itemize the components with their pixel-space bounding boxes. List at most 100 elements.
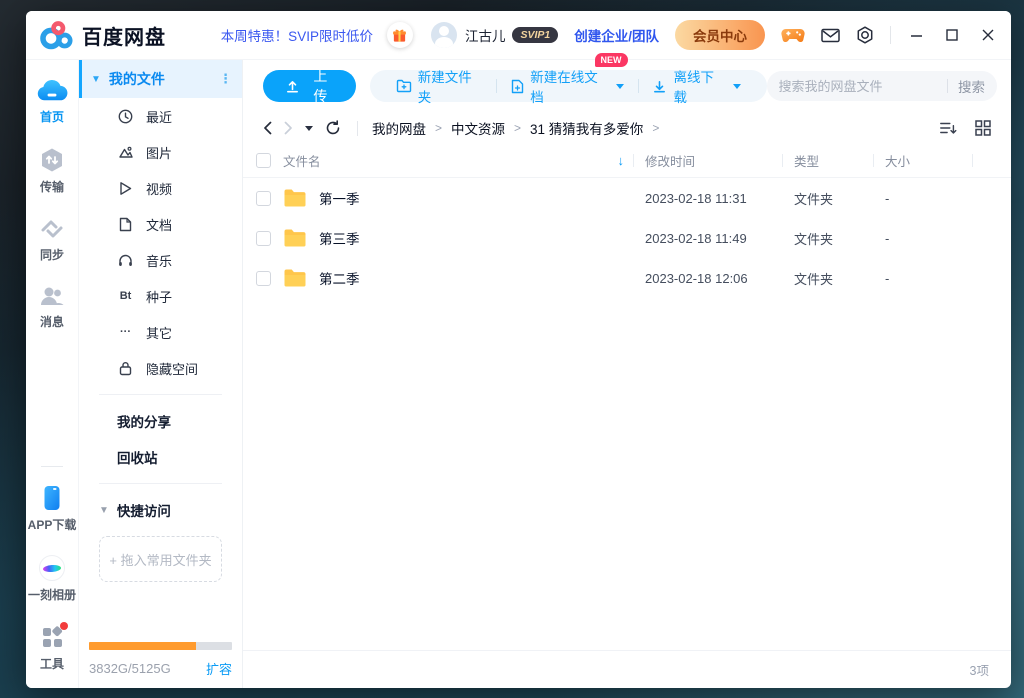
rail-item-sync[interactable]: 同步 xyxy=(39,217,65,263)
file-row[interactable]: 第二季 2023-02-18 12:06 文件夹 - xyxy=(243,258,1011,298)
sidebar-item-music[interactable]: 音乐 xyxy=(79,242,242,278)
sidebar-item-recent[interactable]: 最近 xyxy=(79,98,242,134)
more-options-icon[interactable]: ⋮ xyxy=(219,71,232,87)
file-size: - xyxy=(873,231,972,246)
user-avatar[interactable] xyxy=(431,22,457,48)
sidebar-item-others[interactable]: ··· 其它 xyxy=(79,314,242,350)
sidebar-item-recycle-bin[interactable]: 回收站 xyxy=(79,439,242,475)
new-doc-icon xyxy=(511,79,524,94)
storage-usage-text: 3832G/5125G xyxy=(89,661,171,676)
member-center-button[interactable]: 会员中心 xyxy=(675,20,765,50)
create-team-link[interactable]: 创建企业/团队 xyxy=(574,25,659,45)
rail-label-home: 首页 xyxy=(40,108,64,125)
sidebar-item-quick-access[interactable]: ▼ 快捷访问 xyxy=(79,492,242,528)
breadcrumb-item-1[interactable]: 中文资源 xyxy=(451,118,505,138)
svip-badge: SVIP1 xyxy=(512,27,558,43)
ellipsis-icon: ··· xyxy=(117,326,134,338)
row-checkbox[interactable] xyxy=(256,191,271,206)
toolbar: 上传 新建文件夹 NEW 新建在线 xyxy=(243,60,1011,112)
view-controls xyxy=(939,120,991,136)
search-input[interactable] xyxy=(779,79,942,94)
file-row[interactable]: 第一季 2023-02-18 11:31 文件夹 - xyxy=(243,178,1011,218)
close-button[interactable] xyxy=(977,24,999,46)
row-checkbox[interactable] xyxy=(256,231,271,246)
images-label: 图片 xyxy=(146,143,172,162)
sidebar-item-images[interactable]: 图片 xyxy=(79,134,242,170)
settings-gear-icon[interactable] xyxy=(856,26,874,45)
search-box: 搜索 xyxy=(767,71,998,101)
forward-icon[interactable] xyxy=(284,121,293,135)
column-header-name[interactable]: 文件名 ↓ xyxy=(243,144,633,177)
baidu-cloud-logo-icon xyxy=(40,20,74,50)
game-icon[interactable] xyxy=(781,27,805,44)
sidebar-item-my-shares[interactable]: 我的分享 xyxy=(79,403,242,439)
file-modified: 2023-02-18 11:31 xyxy=(633,191,782,206)
refresh-icon[interactable] xyxy=(325,120,341,136)
offline-download-button[interactable]: 离线下载 xyxy=(642,66,750,106)
new-online-doc-button[interactable]: NEW 新建在线文档 xyxy=(501,66,633,106)
rail-item-app-download[interactable]: APP下载 xyxy=(28,485,77,533)
column-header-type[interactable]: 类型 xyxy=(782,144,873,177)
grid-view-icon[interactable] xyxy=(975,120,991,136)
quick-access-label: 快捷访问 xyxy=(117,500,171,520)
select-all-checkbox[interactable] xyxy=(256,153,271,168)
chevron-down-icon[interactable]: ▼ xyxy=(99,505,109,516)
app-window: 百度网盘 本周特惠！SVIP限时低价 江古儿 SVIP1 创建企业/团队 会员中… xyxy=(26,11,1011,688)
drop-folder-zone[interactable]: + 拖入常用文件夹 xyxy=(99,536,222,582)
username[interactable]: 江古儿 xyxy=(465,25,506,45)
rail-item-transfer[interactable]: 传输 xyxy=(39,147,65,195)
mail-icon[interactable] xyxy=(821,28,840,43)
rail-item-messages[interactable]: 消息 xyxy=(39,285,65,330)
gift-icon[interactable] xyxy=(387,22,413,48)
minimize-button[interactable] xyxy=(905,24,927,46)
sort-descending-icon[interactable]: ↓ xyxy=(618,153,625,168)
new-folder-button[interactable]: 新建文件夹 xyxy=(386,66,493,106)
file-name[interactable]: 第一季 xyxy=(319,188,360,208)
torrents-label: 种子 xyxy=(146,287,172,306)
rail-label-sync: 同步 xyxy=(40,246,64,263)
file-list: 第一季 2023-02-18 11:31 文件夹 - 第三季 xyxy=(243,178,1011,650)
breadcrumb-item-current[interactable]: 31 猜猜我有多爱你 xyxy=(530,118,643,138)
breadcrumb-item-root[interactable]: 我的网盘 xyxy=(372,118,426,138)
sidebar-item-torrents[interactable]: Bt 种子 xyxy=(79,278,242,314)
sidebar-item-hidden-space[interactable]: 隐藏空间 xyxy=(79,350,242,386)
column-header-size[interactable]: 大小 xyxy=(873,144,972,177)
rail-item-home[interactable]: 首页 xyxy=(36,78,68,125)
tools-grid-icon xyxy=(40,625,65,650)
modified-column-label: 修改时间 xyxy=(645,151,695,170)
nav-rail: 首页 传输 同步 xyxy=(26,60,78,688)
promo-link[interactable]: 本周特惠！SVIP限时低价 xyxy=(221,25,373,45)
upload-icon xyxy=(285,79,300,94)
rail-item-photo-album[interactable]: 一刻相册 xyxy=(28,555,76,603)
history-caret-icon[interactable] xyxy=(305,126,313,131)
recent-label: 最近 xyxy=(146,107,172,126)
sidebar-divider xyxy=(99,394,222,395)
download-icon xyxy=(652,79,667,94)
music-label: 音乐 xyxy=(146,251,172,270)
file-name[interactable]: 第三季 xyxy=(319,228,360,248)
size-column-label: 大小 xyxy=(885,151,910,170)
storage-section: 3832G/5125G 扩容 xyxy=(89,642,232,678)
column-header-modified[interactable]: 修改时间 xyxy=(633,144,782,177)
row-checkbox[interactable] xyxy=(256,271,271,286)
maximize-button[interactable] xyxy=(941,24,963,46)
sidebar-item-my-files[interactable]: ▼ 我的文件 ⋮ xyxy=(79,60,242,98)
rail-item-tools[interactable]: 工具 xyxy=(40,625,65,672)
upload-button[interactable]: 上传 xyxy=(263,70,356,102)
file-type: 文件夹 xyxy=(782,229,873,248)
sidebar-item-videos[interactable]: 视频 xyxy=(79,170,242,206)
sync-icon xyxy=(39,217,65,241)
breadcrumb-bar: 我的网盘 > 中文资源 > 31 猜猜我有多爱你 > xyxy=(243,112,1011,144)
back-icon[interactable] xyxy=(263,121,272,135)
video-play-icon xyxy=(117,181,134,196)
file-row[interactable]: 第三季 2023-02-18 11:49 文件夹 - xyxy=(243,218,1011,258)
chevron-down-icon[interactable]: ▼ xyxy=(91,74,101,85)
sort-icon[interactable] xyxy=(939,120,957,136)
file-name[interactable]: 第二季 xyxy=(319,268,360,288)
header-divider xyxy=(890,26,891,44)
expand-storage-link[interactable]: 扩容 xyxy=(206,659,232,678)
new-folder-icon xyxy=(396,79,412,93)
chevron-down-icon xyxy=(616,84,624,89)
sidebar-item-documents[interactable]: 文档 xyxy=(79,206,242,242)
search-button[interactable]: 搜索 xyxy=(958,76,985,96)
